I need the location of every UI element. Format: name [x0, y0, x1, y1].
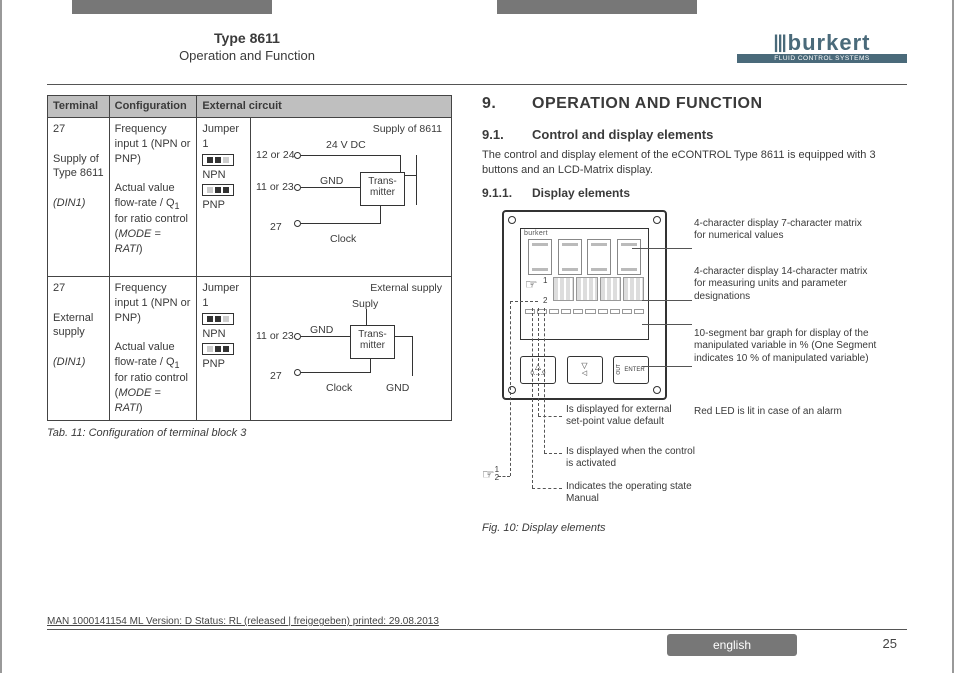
- terminal-cell: 27 Supply of Type 8611 (DIN1): [48, 117, 110, 276]
- down-arrow-button[interactable]: ▽ ◁: [567, 356, 603, 384]
- footer-metadata: MAN 1000141154 ML Version: D Status: RL …: [47, 616, 439, 627]
- jumper1-pnp-icon: [202, 184, 234, 196]
- lcd-brand: burkert: [521, 229, 648, 238]
- lcd-display: burkert ☞ 12: [520, 228, 649, 340]
- circuit-cell: External supply Suply 11 or 23 GND Trans…: [251, 276, 452, 420]
- callout-control-activated: Is displayed when the control is activat…: [566, 446, 696, 471]
- jumper1-pnp-icon: [202, 343, 234, 355]
- col-configuration: Configuration: [109, 96, 197, 118]
- bargraph-row: [521, 307, 648, 314]
- callout-red-led: Red LED is lit in case of an alarm: [694, 406, 869, 419]
- fourteen-seg-char: [553, 277, 574, 301]
- table-caption: Tab. 11: Configuration of terminal block…: [47, 427, 452, 439]
- page-header: Type 8611 Operation and Function |||burk…: [47, 30, 907, 85]
- callout-numeric-display: 4-character display 7-character matrix f…: [694, 218, 869, 243]
- content-area: Terminal Configuration External circuit …: [47, 95, 907, 623]
- callout-external-setpoint: Is displayed for external set-point valu…: [566, 404, 686, 429]
- tab-marker-left: [72, 0, 272, 14]
- header-title-block: Type 8611 Operation and Function: [47, 30, 447, 63]
- jumper-cell: Jumper 1 NPN PNP: [197, 117, 251, 276]
- fourteen-seg-char: [600, 277, 621, 301]
- logo-wordmark: |||burkert: [737, 30, 907, 56]
- display-elements-figure: burkert ☞ 12: [482, 206, 907, 516]
- terminal-dot: [294, 152, 301, 159]
- terminal-dot: [294, 184, 301, 191]
- col-terminal: Terminal: [48, 96, 110, 118]
- seven-seg-digit: [558, 239, 582, 275]
- chapter-name: Operation and Function: [47, 48, 447, 63]
- circuit-cell: Supply of 8611 24 V DC 12 or 24 11 or 23…: [251, 117, 452, 276]
- burkert-logo: |||burkert FLUID CONTROL SYSTEMS: [737, 30, 907, 63]
- transmitter-box: Trans-mitter: [350, 325, 395, 359]
- transmitter-box: Trans-mitter: [360, 172, 405, 206]
- enter-button[interactable]: OUT ENTER: [613, 356, 649, 384]
- table-header-row: Terminal Configuration External circuit: [48, 96, 452, 118]
- table-row: 27 External supply (DIN1) Frequency inpu…: [48, 276, 452, 420]
- tab-marker-right: [497, 0, 697, 14]
- terminal-dot: [294, 369, 301, 376]
- top-tabs: [2, 0, 952, 14]
- jumper1-npn-icon: [202, 313, 234, 325]
- manual-page: Type 8611 Operation and Function |||burk…: [0, 0, 954, 673]
- circuit-diagram-external-supply: External supply Suply 11 or 23 GND Trans…: [256, 281, 446, 411]
- terminal-config-table: Terminal Configuration External circuit …: [47, 95, 452, 421]
- fourteen-seg-char: [576, 277, 597, 301]
- circuit-diagram-supply-8611: Supply of 8611 24 V DC 12 or 24 11 or 23…: [256, 122, 446, 272]
- terminal-cell: 27 External supply (DIN1): [48, 276, 110, 420]
- lines-1-2-icon: 12: [543, 277, 551, 305]
- hand-indicator-legend-icon: ☞12: [482, 466, 499, 483]
- unit-display-row: ☞ 12: [521, 275, 648, 307]
- callout-unit-display: 4-character display 14-character matrix …: [694, 266, 874, 304]
- screw-hole-icon: [653, 386, 661, 394]
- configuration-cell: Frequency input 1 (NPN or PNP) Actual va…: [109, 117, 197, 276]
- terminal-dot: [294, 333, 301, 340]
- table-row: 27 Supply of Type 8611 (DIN1) Frequency …: [48, 117, 452, 276]
- language-tab: english: [667, 634, 797, 656]
- paragraph: The control and display element of the e…: [482, 148, 907, 178]
- configuration-cell: Frequency input 1 (NPN or PNP) Actual va…: [109, 276, 197, 420]
- terminal-dot: [294, 220, 301, 227]
- callout-bargraph: 10-segment bar graph for display of the …: [694, 328, 879, 366]
- screw-hole-icon: [653, 216, 661, 224]
- figure-caption: Fig. 10: Display elements: [482, 522, 907, 534]
- left-column: Terminal Configuration External circuit …: [47, 95, 452, 623]
- jumper-cell: Jumper 1 NPN PNP: [197, 276, 251, 420]
- screw-hole-icon: [508, 216, 516, 224]
- subsubsection-heading: 9.1.1. Display elements: [482, 186, 907, 200]
- seven-seg-digit: [617, 239, 641, 275]
- device-front-panel: burkert ☞ 12: [502, 210, 667, 400]
- seven-seg-digit: [528, 239, 552, 275]
- type-number: Type 8611: [47, 30, 447, 46]
- page-number: 25: [883, 636, 897, 651]
- numeric-display-row: [521, 239, 648, 275]
- subsection-heading: 9.1. Control and display elements: [482, 127, 907, 142]
- col-external-circuit: External circuit: [197, 96, 452, 118]
- fourteen-seg-char: [623, 277, 644, 301]
- seven-seg-digit: [587, 239, 611, 275]
- jumper1-npn-icon: [202, 154, 234, 166]
- right-column: 9. OPERATION AND FUNCTION 9.1. Control a…: [482, 95, 907, 623]
- section-heading: 9. OPERATION AND FUNCTION: [482, 95, 907, 113]
- page-footer: MAN 1000141154 ML Version: D Status: RL …: [47, 629, 907, 655]
- button-row: △ 0.....9 ▽ ◁ OUT ENTER: [520, 356, 649, 384]
- callout-manual-state: Indicates the operating state Manual: [566, 481, 706, 506]
